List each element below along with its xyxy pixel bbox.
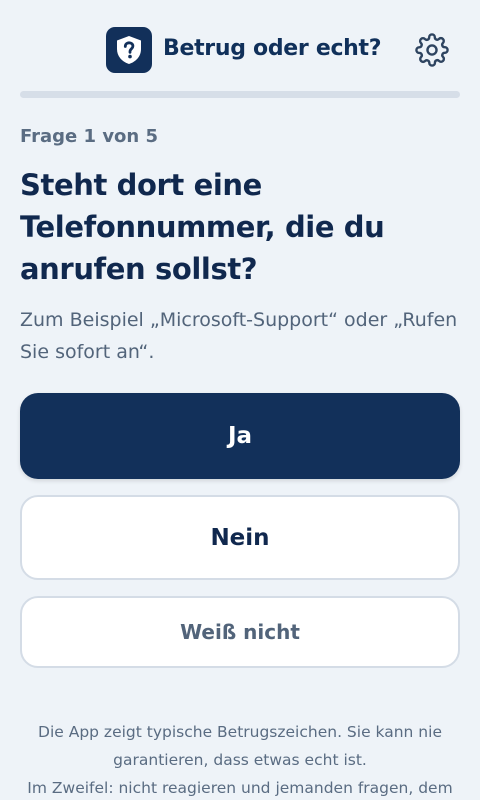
question-hint: Zum Beispiel „Microsoft-Support“ oder „R… <box>20 309 458 363</box>
app-header: Betrug oder echt? <box>0 0 480 100</box>
settings-button[interactable] <box>414 32 450 68</box>
app-title: Betrug oder echt? <box>163 36 382 61</box>
answer-yes-button[interactable]: Ja <box>20 393 460 479</box>
disclaimer: Die App zeigt typische Betrugszeichen. S… <box>20 718 460 800</box>
question-counter: Frage 1 von 5 <box>20 126 159 147</box>
disclaimer-line-1: Die App zeigt typische Betrugszeichen. S… <box>38 723 442 769</box>
shield-question-icon <box>117 36 141 64</box>
question-text: Steht dort eine Telefonnummer, die du an… <box>20 168 385 286</box>
disclaimer-line-2: Im Zweifel: nicht reagieren und jemanden… <box>27 779 453 797</box>
answer-no-button[interactable]: Nein <box>20 495 460 580</box>
gear-icon <box>415 33 449 67</box>
app-logo <box>106 27 152 73</box>
answer-unsure-button[interactable]: Weiß nicht <box>20 596 460 668</box>
progress-bar <box>20 91 460 98</box>
